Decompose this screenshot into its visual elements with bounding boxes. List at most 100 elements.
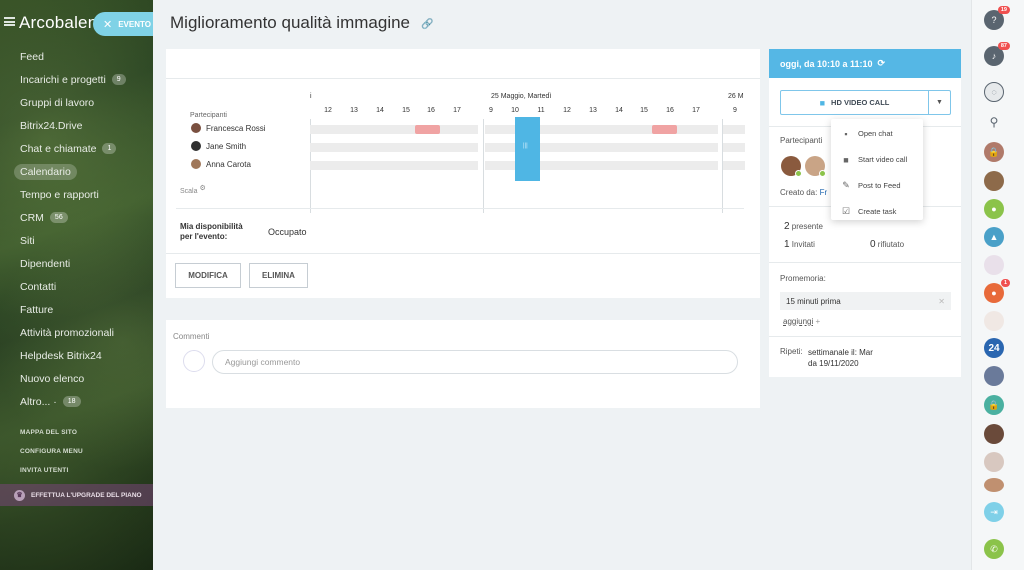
menu-icon[interactable] xyxy=(4,17,15,26)
avatar[interactable] xyxy=(984,478,1004,492)
chevron-down-icon[interactable]: ▼ xyxy=(928,91,950,114)
sidebar-item[interactable]: Gruppi di lavoro xyxy=(0,91,153,114)
add-reminder[interactable]: aggiungi + xyxy=(783,317,820,326)
schedule-participants-label: Partecipanti xyxy=(190,112,227,119)
menu-item-start-video-call[interactable]: ■ Start video call xyxy=(831,148,923,171)
sidebar-item-label: Gruppi di lavoro xyxy=(20,96,95,109)
sidebar-item[interactable]: Siti xyxy=(0,229,153,252)
search-icon[interactable]: ⚲ xyxy=(984,112,1004,132)
sidebar-item[interactable]: Nuovo elenco xyxy=(0,367,153,390)
comment-input[interactable]: Aggiungi commento xyxy=(212,350,738,374)
avatar[interactable] xyxy=(984,452,1004,472)
sidebar-item[interactable]: Tempo e rapporti xyxy=(0,183,153,206)
availability-label-line2: per l'evento: xyxy=(180,232,228,241)
participant-row[interactable]: Anna Carota xyxy=(190,158,251,170)
schedule-row-bg xyxy=(310,143,478,152)
reminder-item: 15 minuti prima ✕ xyxy=(780,292,951,310)
hour-tick: 17 xyxy=(692,107,700,114)
comments-card: Commenti Aggiungi commento xyxy=(166,320,760,408)
link-icon[interactable]: 🔗 xyxy=(421,19,433,30)
sidebar-item[interactable]: Contatti xyxy=(0,275,153,298)
sidebar-item-label: Siti xyxy=(20,234,35,247)
avatar[interactable] xyxy=(781,156,802,177)
chat-icon[interactable]: ◌ xyxy=(984,82,1004,102)
sidebar-item-label: Nuovo elenco xyxy=(20,372,85,385)
hd-video-call-button[interactable]: ■ HD VIDEO CALL ▼ xyxy=(780,90,951,115)
drag-handle-icon[interactable]: ||| xyxy=(523,143,528,149)
repeat-value: settimanale il: Mar da 19/11/2020 xyxy=(808,347,873,369)
sidebar-item[interactable]: Helpdesk Bitrix24 xyxy=(0,344,153,367)
created-by-value[interactable]: Fr xyxy=(820,188,828,197)
sidebar-item[interactable]: Incarichi e progetti 9 xyxy=(0,68,153,91)
gear-icon[interactable]: ⚙ xyxy=(198,185,205,192)
sidebar-item-label: Attività promozionali xyxy=(20,326,114,339)
sidebar-item[interactable]: Altro... · 18 xyxy=(0,390,153,413)
scale-label[interactable]: Scala ⚙ xyxy=(180,185,206,195)
hour-tick: 14 xyxy=(615,107,623,114)
present-label: presente xyxy=(791,222,823,231)
user-icon[interactable]: ● xyxy=(984,199,1004,219)
help-icon[interactable]: ? 19 xyxy=(984,6,1010,30)
menu-item-label: Open chat xyxy=(858,129,893,138)
user-icon[interactable]: ● 1 xyxy=(984,279,1010,303)
sidebar-item[interactable]: Chat e chiamate 1 xyxy=(0,137,153,160)
invited-count: 1 xyxy=(784,239,790,250)
hd-call-main[interactable]: ■ HD VIDEO CALL xyxy=(781,98,928,108)
sidebar-item[interactable]: Bitrix24.Drive xyxy=(0,114,153,137)
close-icon[interactable]: ✕ xyxy=(938,297,945,306)
sidebar-small-links: MAPPA DEL SITO CONFIGURA MENU INVITA UTE… xyxy=(20,428,83,485)
bell-icon[interactable]: ♪ 87 xyxy=(984,42,1010,66)
crown-icon: ♛ xyxy=(14,489,25,501)
participants-label: Partecipanti xyxy=(780,136,823,145)
site-map-link[interactable]: MAPPA DEL SITO xyxy=(20,428,83,447)
avatar[interactable] xyxy=(805,156,826,177)
menu-item-create-task[interactable]: ☑ Create task xyxy=(831,200,923,223)
sidebar-item[interactable]: Fatture xyxy=(0,298,153,321)
delete-button[interactable]: ELIMINA xyxy=(249,263,308,288)
avatar[interactable] xyxy=(984,255,1004,275)
hour-tick: 12 xyxy=(563,107,571,114)
bitrix24-icon[interactable]: 24 xyxy=(984,338,1004,358)
invite-users-link[interactable]: INVITA UTENTI xyxy=(20,466,83,485)
avatar xyxy=(190,140,202,152)
modify-button[interactable]: MODIFICA xyxy=(175,263,241,288)
close-event-button[interactable]: ✕ EVENTO xyxy=(93,12,153,36)
hour-tick: 16 xyxy=(427,107,435,114)
divider xyxy=(176,208,744,209)
sidebar-item-label: Incarichi e progetti xyxy=(20,73,106,86)
sidebar-item[interactable]: CRM 56 xyxy=(0,206,153,229)
exit-icon[interactable]: ⇥ xyxy=(984,502,1004,522)
lock-icon[interactable]: 🔒 xyxy=(984,395,1004,415)
avatar[interactable] xyxy=(984,311,1004,331)
divider xyxy=(166,253,760,254)
avatar[interactable] xyxy=(984,366,1004,386)
availability-value[interactable]: Occupato xyxy=(268,227,307,237)
participant-row[interactable]: Francesca Rossi xyxy=(190,122,266,134)
menu-item-open-chat[interactable]: ▪ Open chat xyxy=(831,122,923,145)
group-icon[interactable]: ▲ xyxy=(984,227,1004,247)
participant-row[interactable]: Jane Smith xyxy=(190,140,246,152)
sidebar-item[interactable]: Attività promozionali xyxy=(0,321,153,344)
avatar[interactable] xyxy=(984,171,1004,191)
participant-name: Jane Smith xyxy=(206,141,247,151)
event-main-card: Partecipanti 25 Maggio, Martedì 26 M i 12 13… xyxy=(166,49,760,298)
scale-text: Scala xyxy=(180,188,198,195)
phone-icon[interactable]: ✆ xyxy=(984,539,1004,559)
configure-menu-link[interactable]: CONFIGURA MENU xyxy=(20,447,83,466)
left-sidebar: Arcobaleno ✕ EVENTO Feed Incarichi e prog… xyxy=(0,0,153,570)
refused-stat: 0 rifiutato xyxy=(870,239,904,250)
lock-icon[interactable]: 🔒 xyxy=(984,142,1004,162)
selected-time-slot[interactable]: ||| xyxy=(515,117,540,181)
sidebar-item[interactable]: Dipendenti xyxy=(0,252,153,275)
sidebar-item[interactable]: Feed xyxy=(0,45,153,68)
divider xyxy=(769,262,961,263)
menu-item-post-to-feed[interactable]: ✎ Post to Feed xyxy=(831,174,923,197)
avatar xyxy=(190,158,202,170)
upgrade-plan-button[interactable]: ♛ EFFETTUA L'UPGRADE DEL PIANO xyxy=(0,484,153,506)
avatar[interactable] xyxy=(984,424,1004,444)
main-menu: Feed Incarichi e progetti 9 Gruppi di lavor… xyxy=(0,45,153,413)
sidebar-item[interactable]: Calendario xyxy=(0,160,153,183)
plus-icon: + xyxy=(815,317,821,326)
user-avatar xyxy=(183,350,205,372)
add-reminder-label[interactable]: aggiungi xyxy=(783,317,813,326)
